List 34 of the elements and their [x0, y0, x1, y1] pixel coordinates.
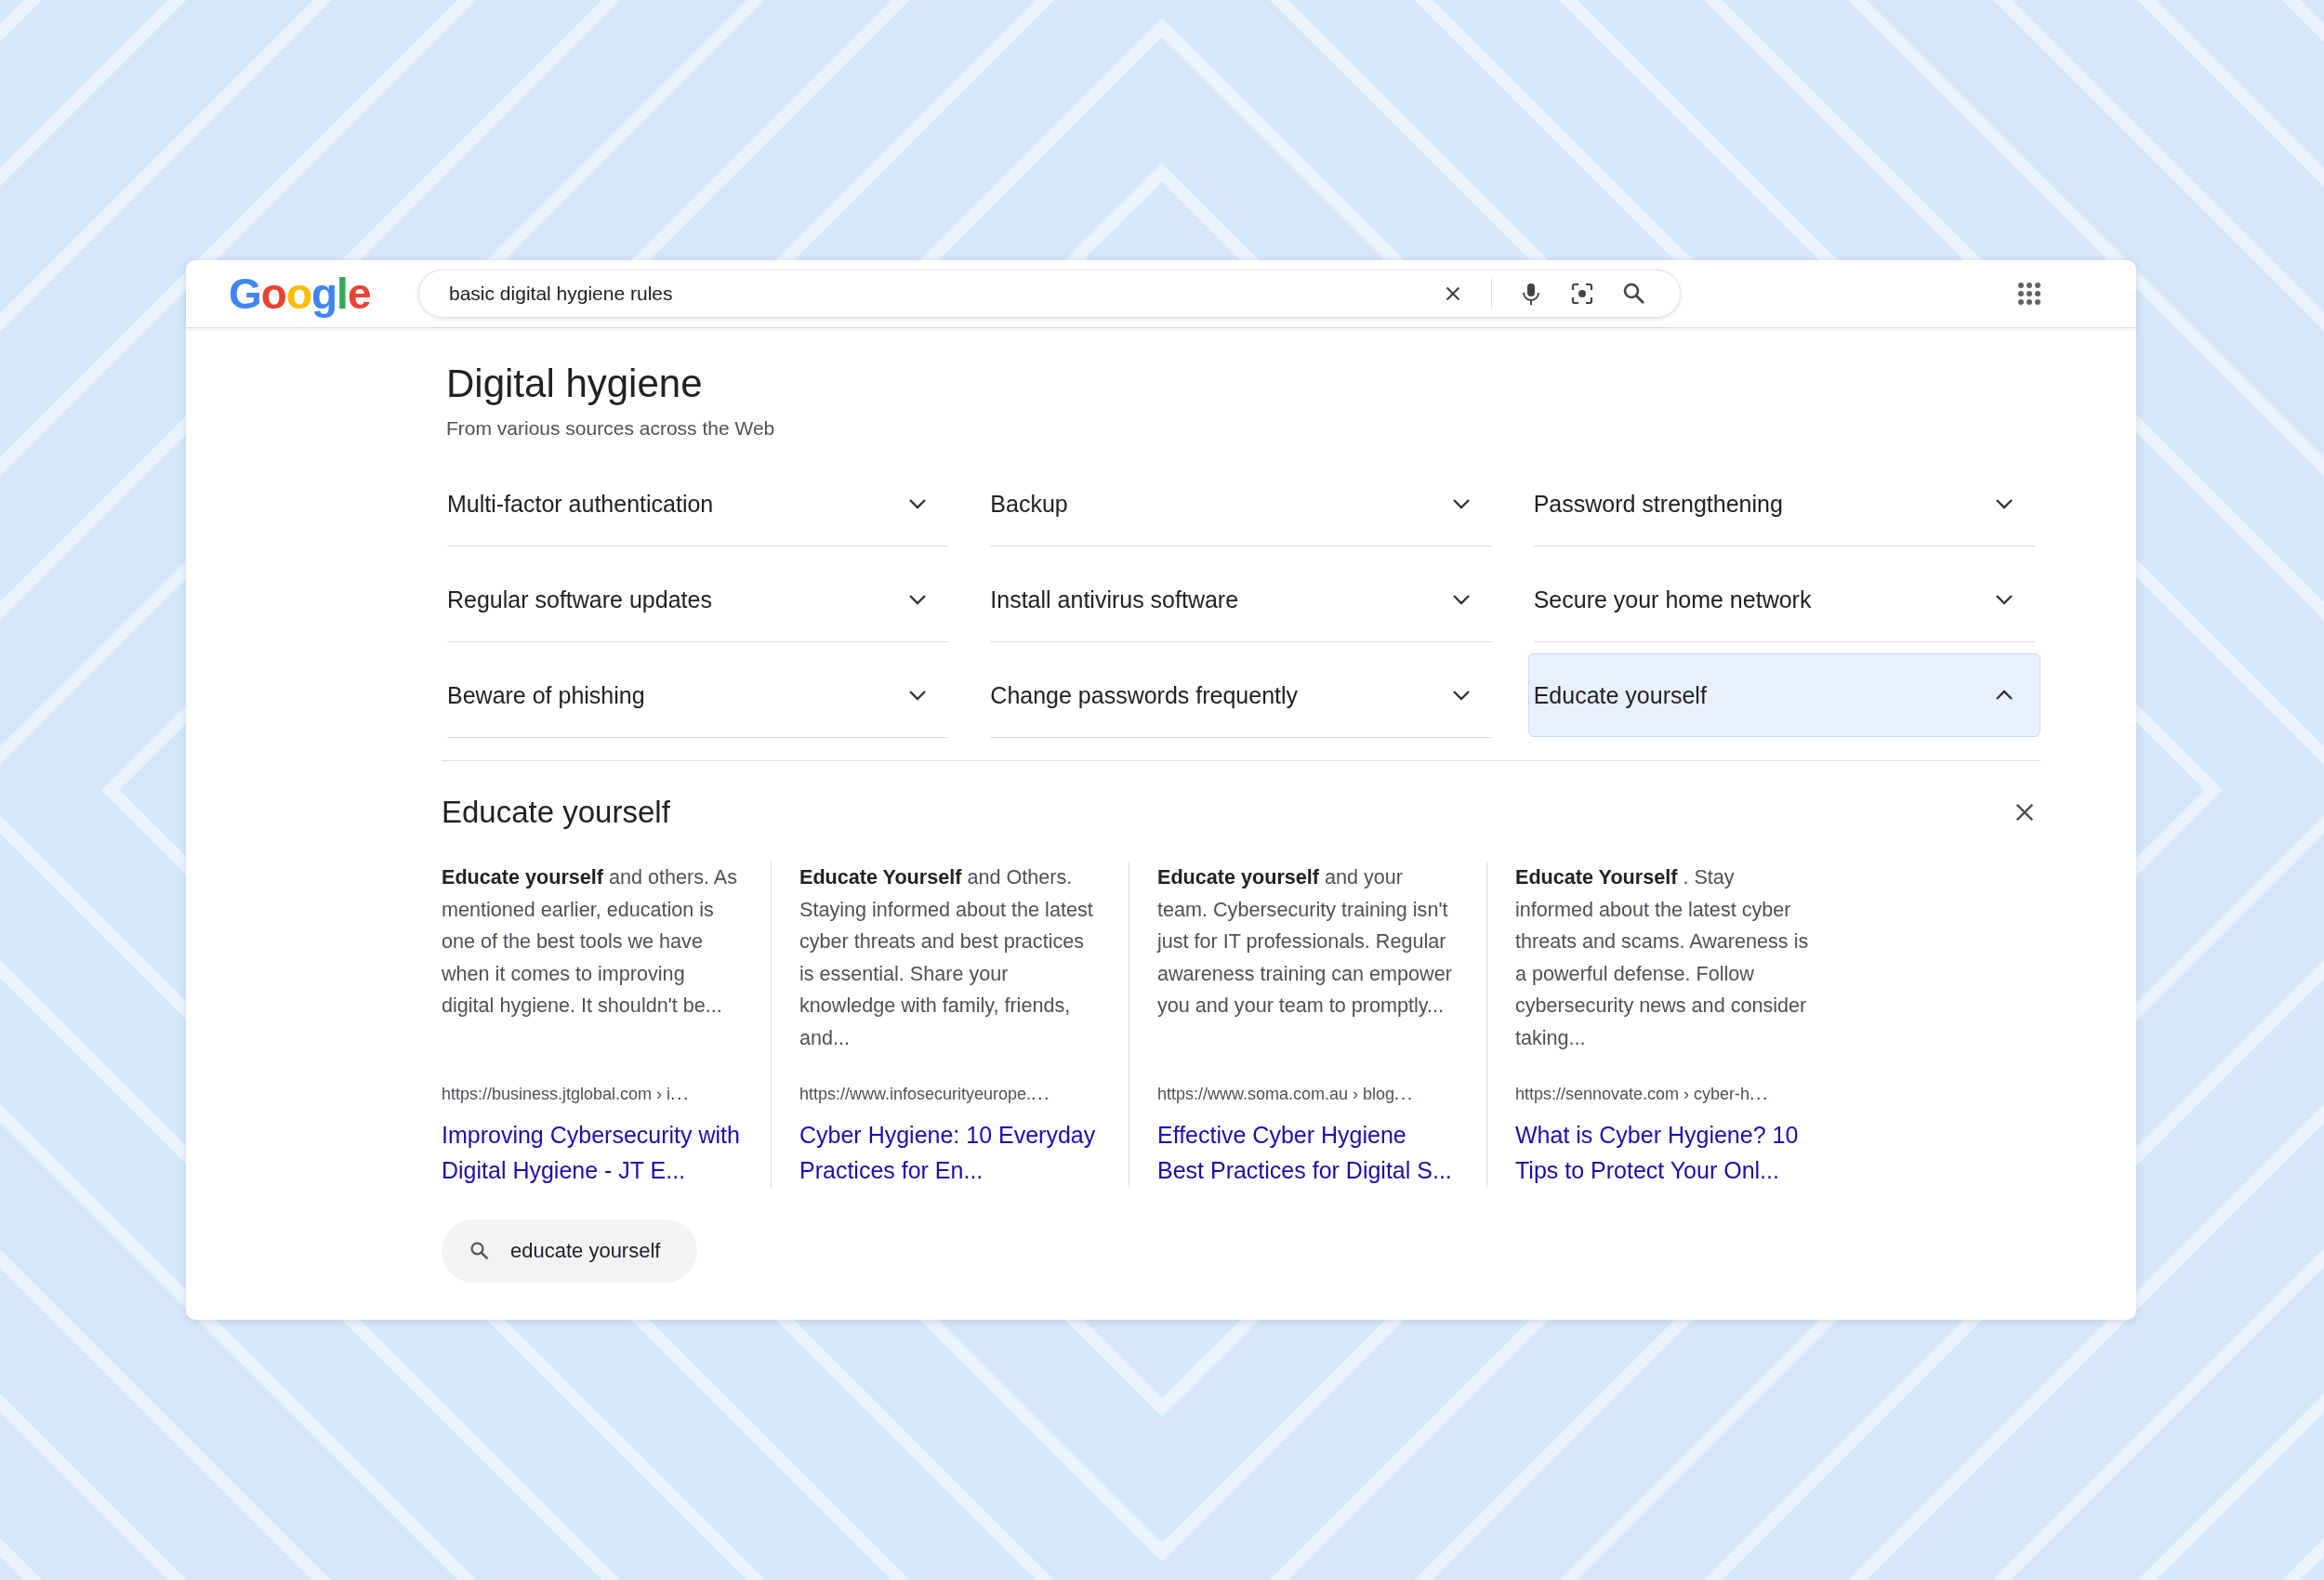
detail-title: Educate yourself [442, 795, 670, 830]
result-snippet: Educate yourself and others. As mentioned earlier, education is one of the best tools we have when it comes to improving digital hygiene. It shouldn't be... [442, 864, 739, 1020]
chevron-icon [1451, 690, 1471, 701]
result-url[interactable]: https://www.soma.com.au › blog... [1157, 1085, 1459, 1104]
topic-accordion[interactable]: Educate yourself [1527, 653, 2040, 737]
apps-grid-icon[interactable] [2017, 282, 2041, 306]
chevron-icon [908, 498, 928, 509]
panel-title: Digital hygiene [445, 362, 704, 406]
result-link[interactable]: What is Cyber Hygiene? 10 Tips to Protect Your Onl... [1515, 1117, 1816, 1188]
search-suggestion-chip[interactable]: educate yourself [442, 1219, 698, 1283]
result-url[interactable]: https://sennovate.com › cyber-h... [1515, 1085, 1816, 1104]
result-link[interactable]: Improving Cybersecurity with Digital Hygiene - JT E... [442, 1117, 743, 1188]
result-link[interactable]: Effective Cyber Hygiene Best Practices for Digital S... [1157, 1117, 1459, 1188]
chevron-icon [1995, 594, 2014, 605]
microphone-icon[interactable] [1520, 282, 1542, 306]
chevron-icon [1995, 690, 2014, 701]
search-icon[interactable] [1622, 282, 1646, 306]
result-snippet: Educate Yourself . Stay informed about the latest cyber threats and scams. Awareness is a powerful defense. Follow cybersecurity news and consider taking... [1515, 864, 1810, 1051]
chevron-icon [1451, 594, 1471, 605]
chevron-icon [1995, 498, 2014, 509]
google-logo[interactable]: Google [229, 269, 418, 319]
chevron-icon [908, 690, 928, 701]
result-url[interactable]: https://business.jtglobal.com › i... [442, 1085, 743, 1104]
chevron-icon [908, 594, 928, 605]
camera-icon[interactable] [1570, 282, 1594, 306]
chevron-icon [1451, 498, 1471, 509]
result-link[interactable]: Cyber Hygiene: 10 Everyday Practices for En... [799, 1117, 1101, 1188]
result-snippet: Educate Yourself and Others. Staying informed about the latest cyber threats and best practices is essential. Share your knowledge with family, friends, and... [799, 864, 1094, 1051]
search-icon [469, 1241, 490, 1261]
result-snippet: Educate yourself and your team. Cybersecurity training isn't just for IT professionals. Regular awareness training can empower you and your team to promptly... [1157, 864, 1453, 1020]
search-field[interactable]: basic digital hygiene rules [447, 282, 1415, 306]
close-icon[interactable] [2014, 802, 2035, 823]
result-url[interactable]: https://www.infosecurityeurope.... [799, 1085, 1101, 1104]
panel-subtitle: From various sources across the Web [445, 417, 776, 440]
